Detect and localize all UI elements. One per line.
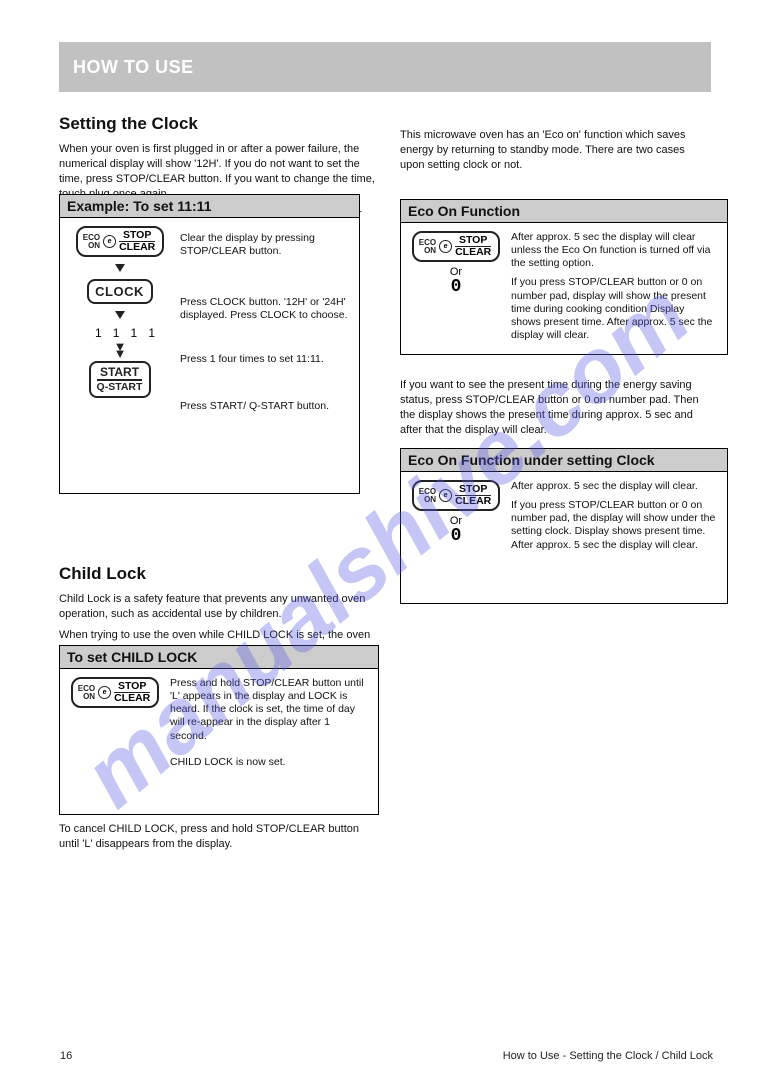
eco-on-label: ECOON <box>78 685 95 699</box>
eco-on-mid-text: If you want to see the present time duri… <box>400 378 712 437</box>
arrow-down-icon <box>115 264 125 272</box>
panel-eco-on-clock: Eco On Function under setting Clock ECOO… <box>400 448 728 604</box>
panel-set-clock-steps: Clear the display by pressing STOP/CLEAR… <box>180 226 349 413</box>
panel-eco-on-clock-graphics: ECOON e STOPCLEAR Or 0 <box>411 480 501 552</box>
eco-e-icon: e <box>103 235 116 248</box>
stop-clear-label: STOPCLEAR <box>455 235 491 258</box>
panel-eco-on-steps: After approx. 5 sec the display will cle… <box>511 231 717 342</box>
stop-clear-label: STOPCLEAR <box>455 484 491 507</box>
eco-step-1: After approx. 5 sec the display will cle… <box>511 231 717 270</box>
panel-child-lock-body: Press and hold STOP/CLEAR button until '… <box>170 677 368 769</box>
panel-eco-on-graphics: ECOON e STOPCLEAR Or 0 <box>411 231 501 342</box>
footer-section-label: How to Use - Setting the Clock / Child L… <box>503 1050 713 1062</box>
clock-button: CLOCK <box>87 279 153 304</box>
panel-child-lock-graphics: ECOON e STOPCLEAR <box>70 677 160 769</box>
child-lock-block: Child Lock Child Lock is a safety featur… <box>59 564 379 657</box>
eco-stop-clear-button: ECOON e STOPCLEAR <box>76 226 165 257</box>
panel-set-clock-header: Example: To set 11:11 <box>60 195 359 218</box>
eco-on-label: ECOON <box>419 239 436 253</box>
panel-set-clock-graphics: ECOON e STOPCLEAR CLOCK 1111 ▼▼ STARTQ-S… <box>70 226 170 413</box>
footer: 16 How to Use - Setting the Clock / Chil… <box>0 1050 773 1062</box>
step-2: Press CLOCK button. '12H' or '24H' displ… <box>180 296 349 322</box>
digit-sequence: 1111 <box>92 326 170 340</box>
stop-clear-label: STOPCLEAR <box>119 230 155 253</box>
child-lock-cancel: To cancel CHILD LOCK, press and hold STO… <box>59 822 379 852</box>
eco-step-2: If you press STOP/CLEAR button or 0 on n… <box>511 276 717 342</box>
child-lock-body-text: Press and hold STOP/CLEAR button until '… <box>170 677 368 769</box>
eco-clk-step-1: After approx. 5 sec the display will cle… <box>511 480 717 493</box>
panel-child-lock-header: To set CHILD LOCK <box>60 646 378 669</box>
eco-clk-step-2: If you press STOP/CLEAR button or 0 on n… <box>511 499 717 552</box>
eco-e-icon: e <box>98 686 111 699</box>
intro-heading: Setting the Clock <box>59 114 379 134</box>
panel-set-clock: Example: To set 11:11 ECOON e STOPCLEAR … <box>59 194 360 494</box>
eco-stop-clear-button: ECOON e STOPCLEAR <box>412 231 501 262</box>
panel-eco-on-clock-steps: After approx. 5 sec the display will cle… <box>511 480 717 552</box>
panel-eco-on-clock-header: Eco On Function under setting Clock <box>401 449 727 472</box>
eco-on-lead-text: This microwave oven has an 'Eco on' func… <box>400 128 712 173</box>
eco-on-label: ECOON <box>83 234 100 248</box>
panel-eco-on: Eco On Function ECOON e STOPCLEAR Or 0 A… <box>400 199 728 355</box>
eco-e-icon: e <box>439 240 452 253</box>
stop-clear-label: STOPCLEAR <box>114 681 150 704</box>
panel-child-lock: To set CHILD LOCK ECOON e STOPCLEAR Pres… <box>59 645 379 815</box>
step-3: Press 1 four times to set 11:11. <box>180 353 349 366</box>
eco-stop-clear-button: ECOON e STOPCLEAR <box>71 677 160 708</box>
footer-page-number: 16 <box>60 1050 72 1062</box>
child-lock-p1: Child Lock is a safety feature that prev… <box>59 592 379 622</box>
step-4: Press START/ Q-START button. <box>180 400 349 413</box>
step-1: Clear the display by pressing STOP/CLEAR… <box>180 232 349 258</box>
panel-eco-on-header: Eco On Function <box>401 200 727 223</box>
child-lock-heading: Child Lock <box>59 564 379 584</box>
zero-key: 0 <box>411 529 501 543</box>
arrow-down-icon <box>115 311 125 319</box>
eco-e-icon: e <box>439 489 452 502</box>
manual-page: HOW TO USE Setting the Clock When your o… <box>0 0 773 1092</box>
eco-stop-clear-button: ECOON e STOPCLEAR <box>412 480 501 511</box>
intro-text-1: When your oven is first plugged in or af… <box>59 142 379 201</box>
zero-key: 0 <box>411 280 501 294</box>
double-arrow-icon: ▼▼ <box>70 344 170 357</box>
eco-on-label: ECOON <box>419 488 436 502</box>
start-qstart-button: STARTQ-START <box>89 361 152 398</box>
title-bar: HOW TO USE <box>59 42 711 92</box>
